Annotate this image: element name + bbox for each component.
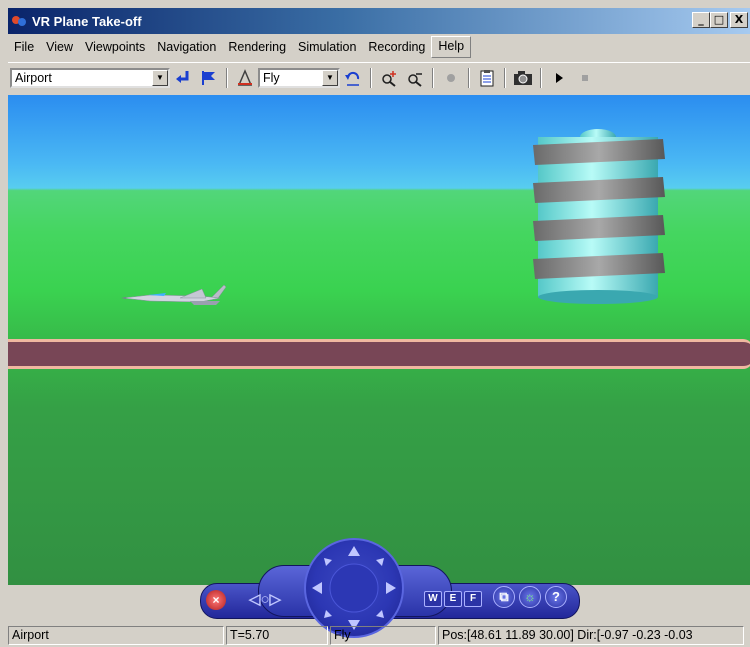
control-tower	[533, 129, 665, 304]
status-navigation-mode: Fly	[330, 625, 436, 645]
toolbar-separator	[226, 68, 228, 88]
headlight-icon[interactable]: ☼	[519, 586, 541, 608]
record-icon[interactable]	[440, 67, 462, 89]
vr-scene-canvas[interactable]	[8, 95, 750, 585]
toolbar-separator	[370, 68, 372, 88]
toolbar: Airport ▼ Fly ▼	[8, 62, 750, 93]
vr-app-icon[interactable]	[12, 13, 28, 29]
runway	[8, 339, 750, 369]
toolbar-separator	[504, 68, 506, 88]
menu-viewpoints[interactable]: Viewpoints	[79, 37, 151, 57]
navigation-slide-arrows[interactable]: ◁○▷	[230, 590, 300, 608]
airplane	[121, 285, 227, 305]
navigation-mode-select[interactable]: Fly ▼	[258, 68, 340, 88]
examine-mode-button[interactable]: E	[444, 591, 462, 607]
toolbar-separator	[432, 68, 434, 88]
toolbar-separator	[468, 68, 470, 88]
play-icon[interactable]	[548, 67, 570, 89]
status-time: T=5.70	[226, 625, 328, 645]
chevron-down-icon[interactable]: ▼	[322, 70, 338, 86]
navigation-arrows-icon[interactable]	[306, 540, 402, 636]
close-button[interactable]: X	[730, 12, 748, 28]
status-bar: Airport T=5.70 Fly Pos:[48.61 11.89 30.0…	[8, 623, 750, 647]
menu-help[interactable]: Help	[431, 35, 472, 58]
navigation-keys: W E F	[418, 590, 488, 608]
return-to-viewpoint-icon[interactable]	[172, 67, 194, 89]
stop-icon[interactable]	[574, 67, 596, 89]
status-position: Pos:[48.61 11.89 30.00] Dir:[-0.97 -0.23…	[438, 625, 744, 645]
toolbar-separator	[540, 68, 542, 88]
recording-params-icon[interactable]	[476, 67, 498, 89]
navigation-panel: × ◁○▷ W E F ⧉ ☼ ?	[8, 538, 750, 638]
fly-mode-button[interactable]: F	[464, 591, 482, 607]
walk-mode-button[interactable]: W	[424, 591, 442, 607]
straighten-up-icon[interactable]	[234, 67, 256, 89]
undo-move-icon[interactable]	[342, 67, 364, 89]
viewpoint-select-value: Airport	[15, 71, 52, 85]
title-bar[interactable]: VR Plane Take-off _ □ X	[8, 8, 750, 34]
menu-simulation[interactable]: Simulation	[292, 37, 362, 57]
create-viewpoint-icon[interactable]	[198, 67, 220, 89]
menu-view[interactable]: View	[40, 37, 79, 57]
menu-bar: File View Viewpoints Navigation Renderin…	[8, 34, 750, 59]
minimize-button[interactable]: _	[692, 12, 710, 28]
zoom-in-icon[interactable]	[378, 67, 400, 89]
chevron-down-icon[interactable]: ▼	[152, 70, 168, 86]
navigation-mode-value: Fly	[263, 71, 280, 85]
maximize-button[interactable]: □	[710, 12, 728, 28]
menu-rendering[interactable]: Rendering	[222, 37, 292, 57]
help-icon[interactable]: ?	[545, 586, 567, 608]
menu-navigation[interactable]: Navigation	[151, 37, 222, 57]
status-viewpoint: Airport	[8, 625, 224, 645]
menu-recording[interactable]: Recording	[362, 37, 431, 57]
navigation-close-button[interactable]: ×	[206, 590, 226, 610]
viewpoint-select[interactable]: Airport ▼	[10, 68, 170, 88]
navigation-round-buttons: ⧉ ☼ ?	[490, 586, 570, 608]
application-window: VR Plane Take-off _ □ X File View Viewpo…	[0, 0, 750, 647]
window-title: VR Plane Take-off	[32, 13, 142, 29]
menu-file[interactable]: File	[8, 37, 40, 57]
viewpoint-cycle-icon[interactable]: ⧉	[493, 586, 515, 608]
snapshot-icon[interactable]	[512, 67, 534, 89]
zoom-out-icon[interactable]	[404, 67, 426, 89]
